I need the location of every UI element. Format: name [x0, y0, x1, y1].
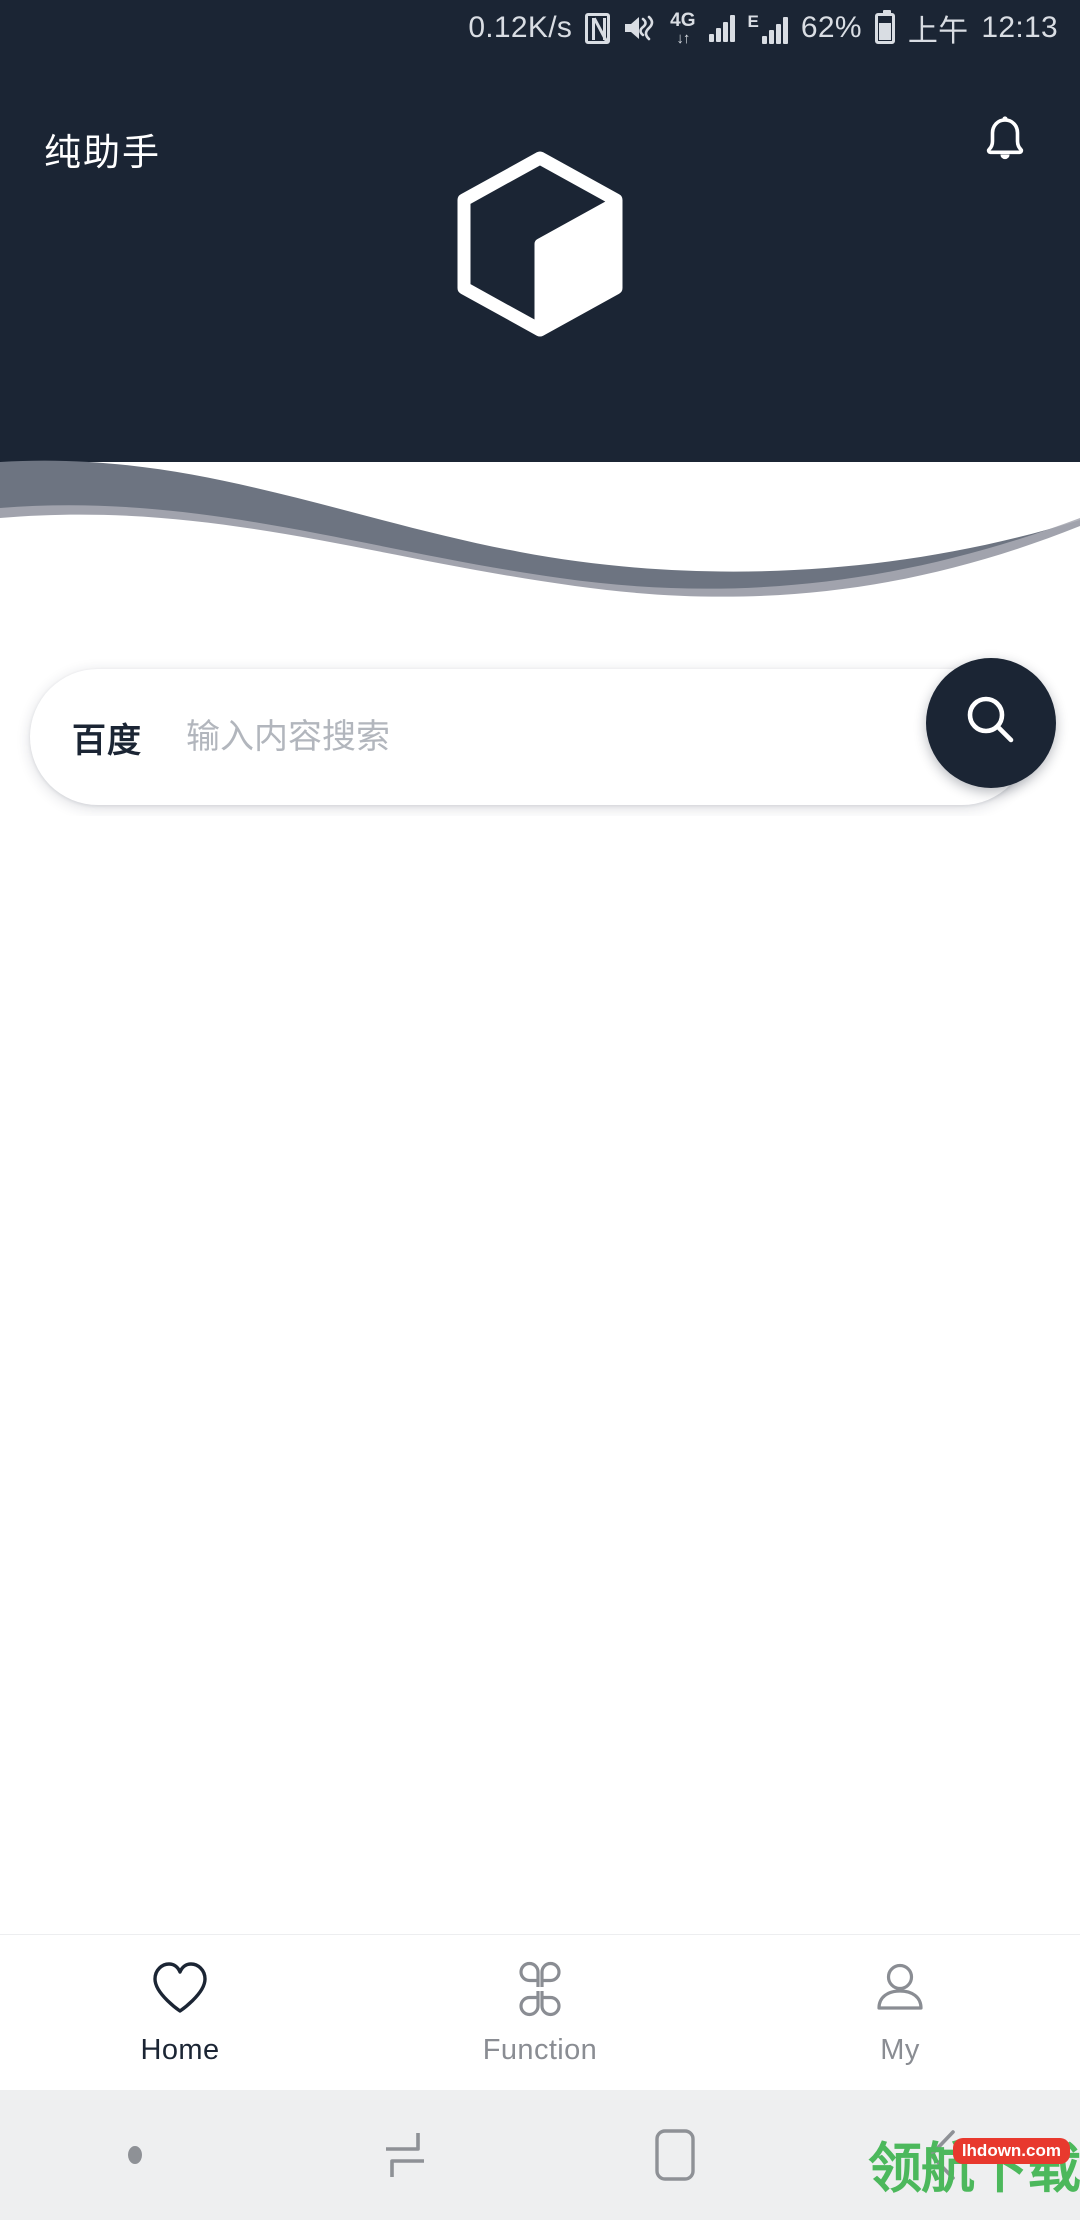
content-area: [0, 816, 1080, 1934]
cube-logo-icon: [440, 148, 640, 358]
home-square-icon[interactable]: [540, 2126, 810, 2184]
search-bar[interactable]: 百度: [30, 669, 1030, 805]
sim2-network-label: E: [747, 12, 759, 31]
tab-my-label: My: [880, 2034, 920, 2066]
tab-home-label: Home: [140, 2034, 220, 2066]
tab-function-label: Function: [482, 2034, 598, 2066]
tab-my[interactable]: My: [720, 1935, 1080, 2090]
clock-meridiem: 上午: [907, 15, 969, 48]
data-network-arrows: ↓↑: [676, 29, 690, 47]
network-speed-text: 0.12K/s: [468, 11, 573, 44]
battery-icon: [874, 9, 895, 44]
phone-screen: 0.12K/s 4G ↓↑ E 62% 上午 12:13 纯助手 百度 输入内容…: [0, 0, 1080, 2220]
search-engine-label[interactable]: 百度: [72, 713, 142, 762]
signal-bars-sim1-icon: [708, 14, 735, 42]
status-bar: 0.12K/s 4G ↓↑ E 62% 上午 12:13: [0, 0, 1080, 56]
search-icon: [959, 689, 1023, 758]
app-logo: [0, 148, 1080, 358]
signal-bars-sim2-icon: E: [748, 12, 788, 44]
nfc-icon: [585, 12, 611, 44]
search-input[interactable]: [186, 702, 880, 772]
tab-home[interactable]: Home: [0, 1935, 360, 2090]
battery-percent-text: 62%: [800, 11, 862, 44]
search-section: 百度: [0, 658, 1080, 816]
bottom-tab-bar: Home Function My: [0, 1934, 1080, 2090]
tab-function[interactable]: Function: [360, 1935, 720, 2090]
dot-indicator-icon[interactable]: [0, 2146, 270, 2164]
watermark-badge: lhdown.com: [952, 2138, 1070, 2164]
clock-time: 12:13: [981, 11, 1058, 44]
header-wave-decoration: [0, 400, 1080, 600]
person-icon: [871, 1958, 929, 2020]
data-network-label: 4G: [670, 9, 696, 31]
site-watermark: 领航下载 lhdown.com: [868, 2138, 1080, 2196]
recents-icon[interactable]: [270, 2127, 540, 2183]
mute-vibrate-icon: [623, 13, 657, 43]
search-button[interactable]: [926, 658, 1056, 788]
heart-icon: [149, 1958, 211, 2020]
clover-icon: [511, 1958, 569, 2020]
data-network-icon: 4G ↓↑: [670, 11, 695, 46]
